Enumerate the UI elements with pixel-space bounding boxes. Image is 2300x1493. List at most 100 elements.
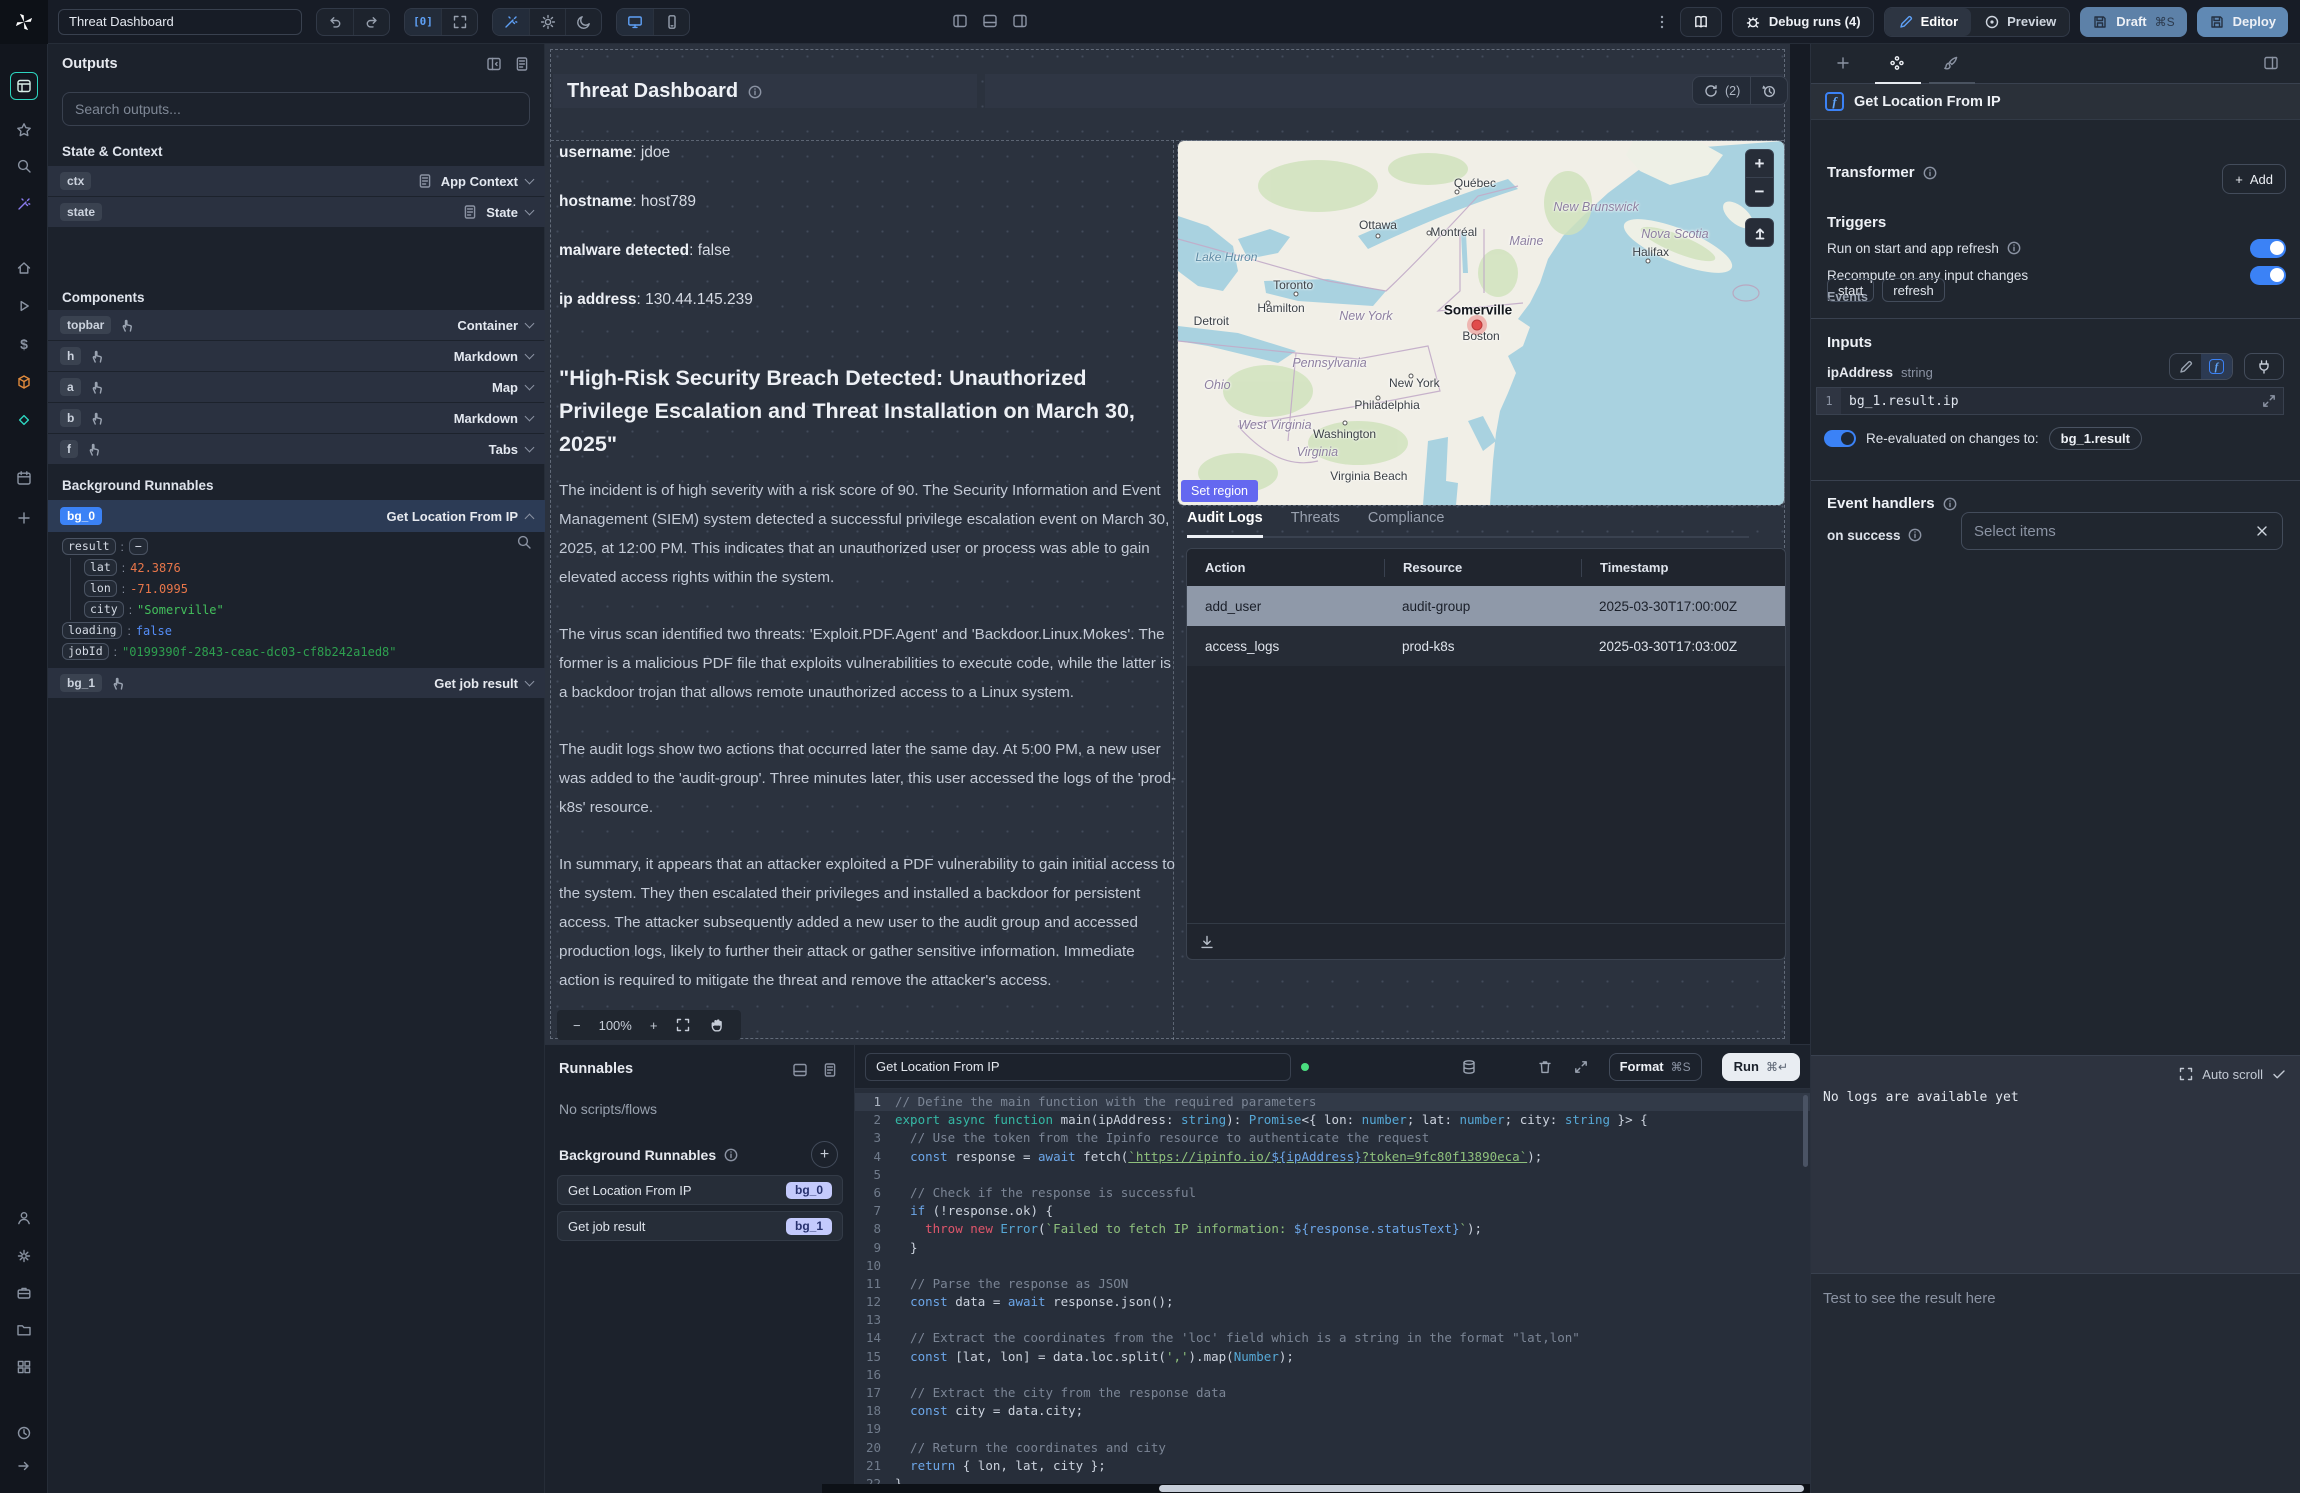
undo-button[interactable] xyxy=(317,9,353,35)
runnable-name-input[interactable] xyxy=(865,1053,1291,1081)
output-row-b[interactable]: bMarkdown xyxy=(48,403,545,433)
code-line[interactable]: 22} xyxy=(855,1475,1810,1484)
code-area[interactable]: 1// Define the main function with the re… xyxy=(855,1089,1810,1484)
database-icon[interactable] xyxy=(1461,1059,1477,1075)
fit-frame-icon[interactable] xyxy=(675,1017,691,1033)
code-line[interactable]: 6 // Check if the response is successful xyxy=(855,1184,1810,1202)
style-brush-tab[interactable] xyxy=(1943,55,1959,71)
code-line[interactable]: 14 // Extract the coordinates from the '… xyxy=(855,1329,1810,1347)
code-line[interactable]: 8 throw new Error(`Failed to fetch IP in… xyxy=(855,1220,1810,1238)
draft-button[interactable]: Draft ⌘S xyxy=(2080,7,2186,37)
on-success-select[interactable]: Select items xyxy=(1961,512,2283,550)
code-line[interactable]: 2export async function main(ipAddress: s… xyxy=(855,1111,1810,1129)
code-scrollbar[interactable] xyxy=(1803,1095,1808,1167)
map-zoom-in-button[interactable]: + xyxy=(1745,149,1774,178)
output-row-a[interactable]: aMap xyxy=(48,372,545,402)
event-chip-refresh[interactable]: refresh xyxy=(1882,278,1944,302)
map-zoom-out-button[interactable]: − xyxy=(1745,178,1774,207)
event-chip-start[interactable]: start xyxy=(1827,278,1874,302)
markdown-fields[interactable]: username: jdoehostname: host789malware d… xyxy=(559,144,753,340)
expr-mode-button[interactable]: f xyxy=(2201,354,2232,379)
add-runnable-button[interactable]: + xyxy=(811,1141,838,1168)
map-recenter-button[interactable] xyxy=(1745,218,1774,247)
refresh-all-button[interactable]: (2) xyxy=(1693,77,1750,104)
code-line[interactable]: 11 // Parse the response as JSON xyxy=(855,1275,1810,1293)
code-line[interactable]: 10 xyxy=(855,1257,1810,1275)
input-expression-editor[interactable]: 1 bg_1.result.ip xyxy=(1816,387,2284,415)
set-region-button[interactable]: Set region xyxy=(1181,480,1258,502)
bg1-output-row[interactable]: bg_1 Get job result xyxy=(48,668,545,698)
static-mode-button[interactable] xyxy=(2170,354,2201,379)
rail-user-icon[interactable] xyxy=(10,1204,38,1232)
collapse-bottom-icon[interactable] xyxy=(792,1062,808,1078)
rail-clock-icon[interactable] xyxy=(10,1419,38,1447)
code-line[interactable]: 12 const data = await response.json(); xyxy=(855,1293,1810,1311)
panel-right-icon[interactable] xyxy=(1012,13,1028,29)
rail-grid-icon[interactable] xyxy=(10,1353,38,1381)
autoscroll-control[interactable]: Auto scroll xyxy=(2178,1066,2287,1082)
code-line[interactable]: 9 } xyxy=(855,1239,1810,1257)
kebab-menu-icon[interactable] xyxy=(1654,14,1670,30)
rail-plus-icon[interactable] xyxy=(10,504,38,532)
close-icon[interactable] xyxy=(2254,523,2270,539)
horizontal-scroll-thumb[interactable] xyxy=(1159,1485,1804,1492)
tab-compliance[interactable]: Compliance xyxy=(1368,510,1445,536)
tree-row-loading[interactable]: loading:false xyxy=(62,620,532,641)
editor-tab[interactable]: Editor xyxy=(1885,8,1972,36)
code-line[interactable]: 16 xyxy=(855,1366,1810,1384)
code-line[interactable]: 5 xyxy=(855,1166,1810,1184)
expand-diagonal-icon[interactable] xyxy=(2261,393,2277,409)
insert-component-tab[interactable] xyxy=(1835,55,1851,71)
panel-bottom-icon[interactable] xyxy=(982,13,998,29)
code-line[interactable]: 18 const city = data.city; xyxy=(855,1402,1810,1420)
add-transformer-button[interactable]: + Add xyxy=(2222,164,2286,194)
tree-row-lon[interactable]: lon:-71.0995 xyxy=(62,578,532,599)
dark-theme-button[interactable] xyxy=(565,9,601,35)
rail-dollar-icon[interactable]: $ xyxy=(10,330,38,358)
map-component[interactable]: QuébecOttawaMontréalNew BrunswickNova Sc… xyxy=(1178,141,1784,505)
code-line[interactable]: 15 const [lat, lon] = data.loc.split(','… xyxy=(855,1348,1810,1366)
doc-icon[interactable] xyxy=(514,56,530,72)
tab-audit-logs[interactable]: Audit Logs xyxy=(1187,510,1263,538)
code-line[interactable]: 3 // Use the token from the Ipinfo resou… xyxy=(855,1129,1810,1147)
trash-icon[interactable] xyxy=(1537,1059,1553,1075)
preview-tab[interactable]: Preview xyxy=(1971,8,2069,36)
runnable-item-bg_1[interactable]: Get job resultbg_1 xyxy=(557,1211,843,1241)
pan-hand-icon[interactable] xyxy=(709,1017,725,1033)
desktop-view-button[interactable] xyxy=(617,9,653,35)
panel-left-icon[interactable] xyxy=(952,13,968,29)
zoom-in-button[interactable]: + xyxy=(650,1018,658,1033)
settings-tab[interactable] xyxy=(1889,55,1905,71)
rail-diamond-icon[interactable] xyxy=(10,406,38,434)
docs-button[interactable] xyxy=(1680,7,1722,37)
rail-search-icon[interactable] xyxy=(10,152,38,180)
connect-input-button[interactable] xyxy=(2244,353,2284,380)
output-row-ctx[interactable]: ctxApp Context xyxy=(48,166,545,196)
tree-row-lat[interactable]: lat:42.3876 xyxy=(62,557,532,578)
code-line[interactable]: 13 xyxy=(855,1311,1810,1329)
rail-cube-icon[interactable] xyxy=(10,368,38,396)
trigger-toggle[interactable] xyxy=(2250,266,2286,285)
fit-view-button[interactable] xyxy=(441,9,477,35)
rail-folder-icon[interactable] xyxy=(10,1316,38,1344)
runnable-item-bg_0[interactable]: Get Location From IPbg_0 xyxy=(557,1175,843,1205)
rail-app-window-icon[interactable] xyxy=(10,72,38,100)
report-body[interactable]: The incident is of high severity with a … xyxy=(559,476,1179,1023)
tree-row-jobId[interactable]: jobId:"0199390f-2843-ceac-dc03-cf8b242a1… xyxy=(62,641,532,662)
rail-wand-icon[interactable] xyxy=(10,190,38,218)
rail-calendar-icon[interactable] xyxy=(10,464,38,492)
output-row-state[interactable]: stateState xyxy=(48,197,545,227)
topbar-container-cell-2[interactable] xyxy=(985,74,1783,108)
format-button[interactable]: Format ⌘S xyxy=(1609,1053,1702,1081)
expand-diagonal-icon[interactable] xyxy=(1573,1059,1589,1075)
deploy-button[interactable]: Deploy xyxy=(2197,7,2288,37)
doc-icon[interactable] xyxy=(822,1062,838,1078)
selected-runnable-header[interactable]: f Get Location From IP xyxy=(1811,84,2300,120)
windmill-logo-icon[interactable] xyxy=(0,0,48,44)
debug-runs-button[interactable]: Debug runs (4) xyxy=(1732,7,1874,37)
code-line[interactable]: 21 return { lon, lat, city }; xyxy=(855,1457,1810,1475)
reeval-dependency-chip[interactable]: bg_1.result xyxy=(2049,427,2142,450)
map-marker[interactable] xyxy=(1471,319,1482,330)
mobile-view-button[interactable] xyxy=(653,9,689,35)
search-outputs-input[interactable] xyxy=(62,92,530,126)
